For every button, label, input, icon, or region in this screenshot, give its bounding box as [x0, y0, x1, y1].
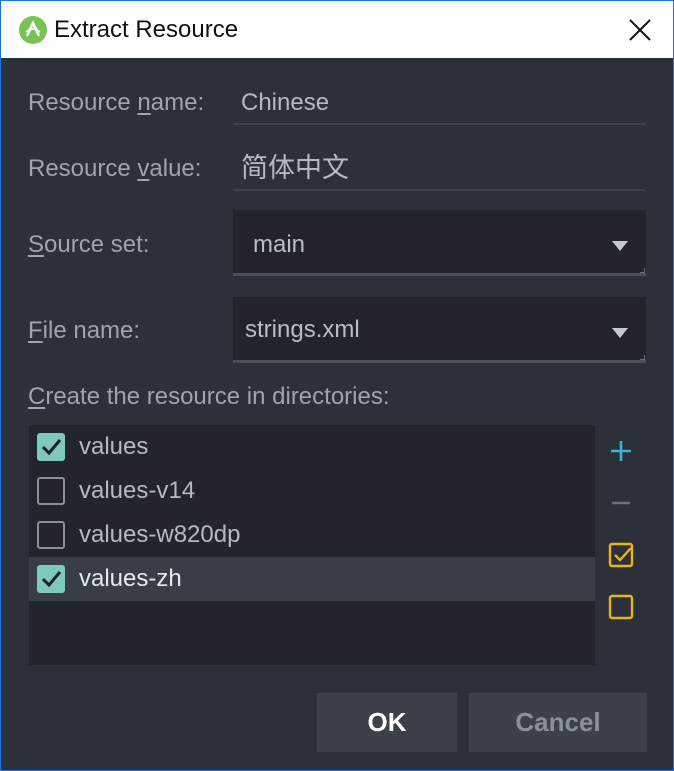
add-icon [611, 441, 631, 461]
remove-icon [612, 501, 630, 505]
checkbox-unchecked[interactable] [37, 521, 65, 549]
resource-name-field[interactable]: Chinese [233, 85, 645, 125]
checkbox-checked[interactable] [37, 565, 65, 593]
select-all-button[interactable] [605, 539, 637, 571]
unselect-all-button[interactable] [605, 591, 637, 623]
directory-name: values [79, 433, 149, 460]
add-directory-button[interactable] [605, 435, 637, 467]
android-studio-icon [18, 15, 48, 45]
file-name-label: File name: [28, 317, 141, 344]
source-set-dropdown[interactable]: main [233, 210, 646, 276]
list-item[interactable]: values-v14 [29, 469, 595, 513]
directory-name: values-zh [79, 565, 182, 592]
resource-value-field[interactable]: 简体中文 [233, 151, 645, 191]
directory-name: values-w820dp [79, 521, 241, 548]
checkbox-unchecked[interactable] [37, 477, 65, 505]
chevron-down-icon [612, 241, 628, 251]
list-item[interactable]: values-w820dp [29, 513, 595, 557]
directory-name: values-v14 [79, 477, 196, 504]
file-name-value: strings.xml [245, 316, 360, 343]
remove-directory-button[interactable] [605, 487, 637, 519]
list-item[interactable]: values [29, 425, 595, 469]
resize-grip-icon [640, 355, 645, 360]
checkbox-checked[interactable] [37, 433, 65, 461]
resource-name-label: Resource name: [28, 89, 205, 116]
file-name-dropdown[interactable]: strings.xml [233, 297, 646, 363]
close-icon [629, 19, 651, 41]
resize-grip-icon [640, 268, 645, 273]
window-title: Extract Resource [54, 16, 239, 43]
unselect-all-icon [608, 594, 634, 620]
chevron-down-icon [612, 328, 628, 338]
source-set-value: main [253, 231, 306, 258]
list-item[interactable]: values-zh [29, 557, 595, 601]
title-bar: Extract Resource [1, 1, 673, 58]
resource-value-label: Resource value: [28, 155, 202, 182]
source-set-label: Source set: [28, 231, 150, 258]
directories-list[interactable]: values values-v14 values-w820dp values-z… [29, 425, 595, 665]
cancel-button[interactable]: Cancel [469, 693, 647, 752]
ok-button[interactable]: OK [317, 693, 457, 752]
directories-label: Create the resource in directories: [28, 383, 390, 410]
extract-resource-dialog: Extract Resource Resource name: Chinese … [0, 0, 674, 771]
close-button[interactable] [619, 9, 661, 51]
select-all-icon [608, 542, 634, 568]
